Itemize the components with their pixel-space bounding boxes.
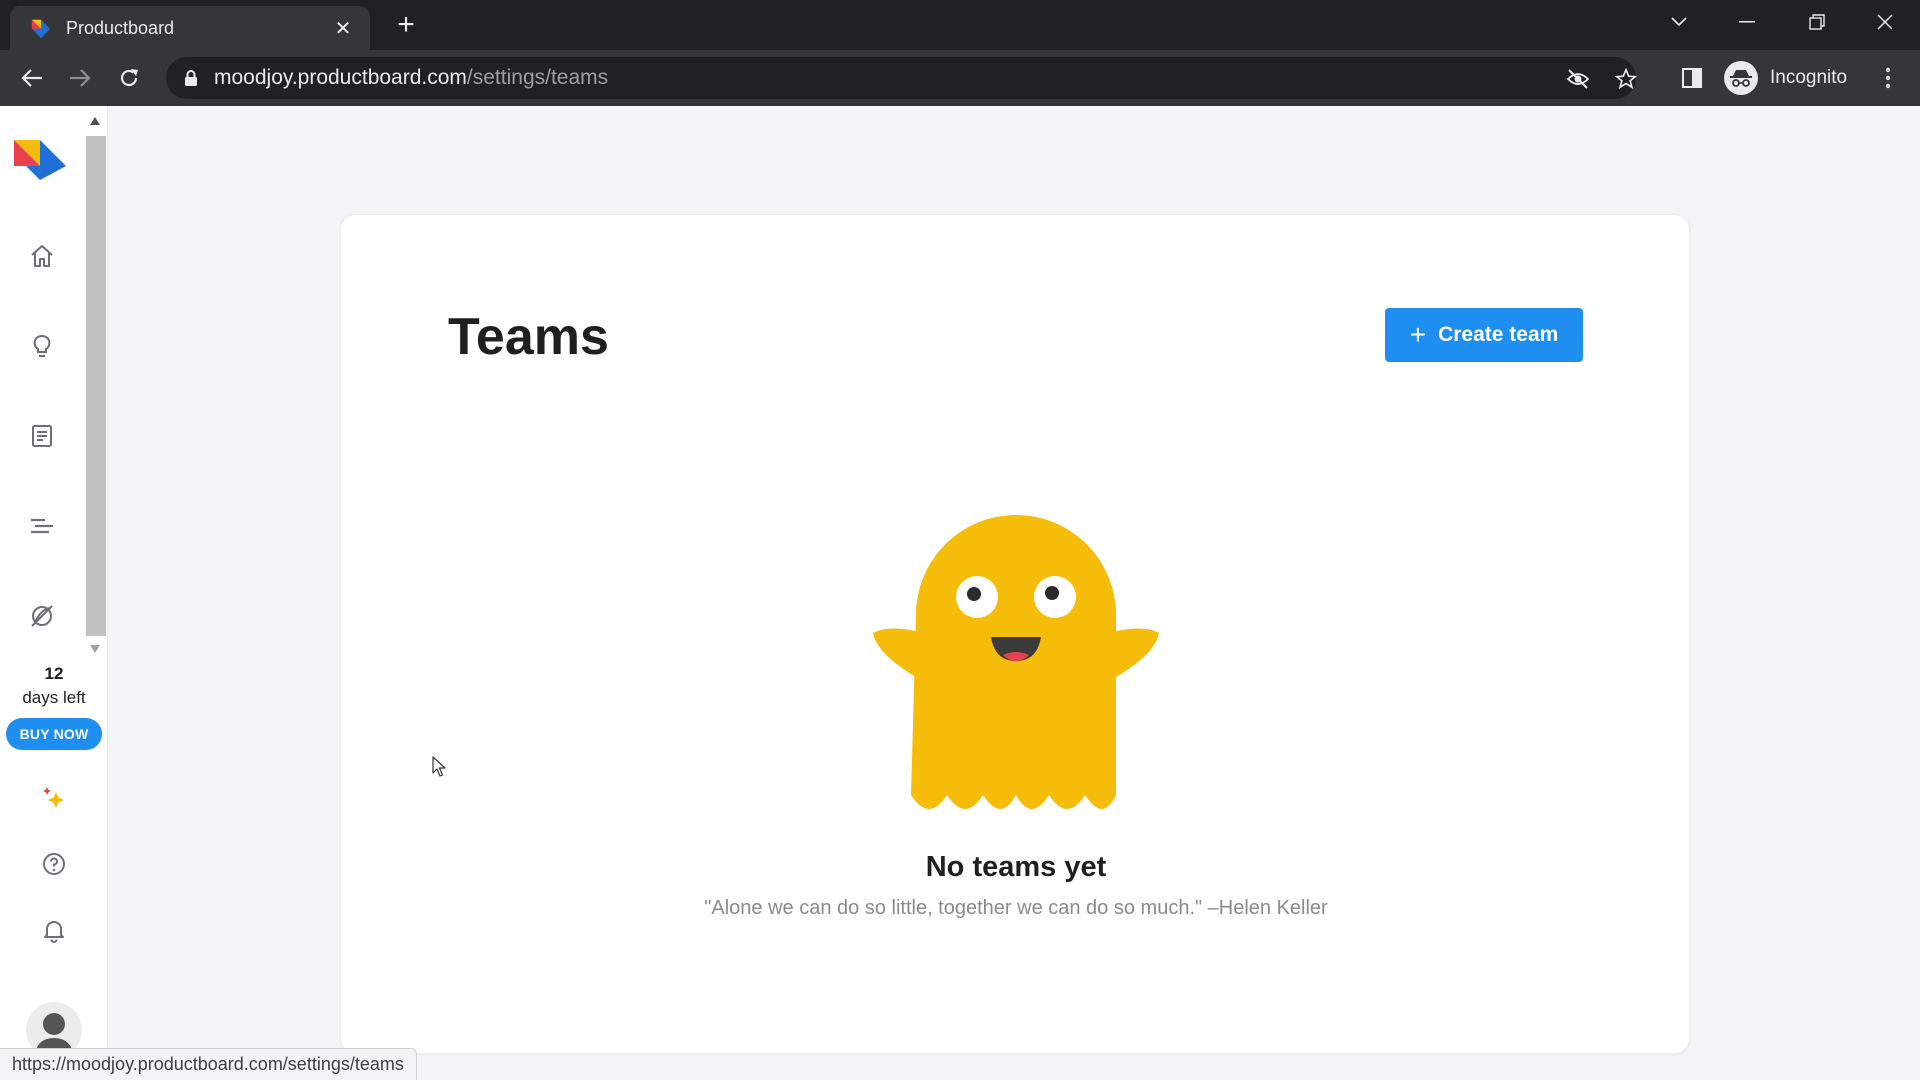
productboard-favicon-icon: [31, 19, 51, 39]
incognito-label: Incognito: [1770, 67, 1848, 88]
close-window-icon[interactable]: [1852, 0, 1918, 44]
app-sidebar: 12 days left BUY NOW: [0, 106, 108, 1080]
page-title: Teams: [448, 308, 609, 366]
bell-icon[interactable]: [38, 914, 70, 946]
mouse-cursor-icon: [432, 756, 446, 777]
new-tab-button[interactable]: +: [390, 10, 422, 42]
browser-tabstrip: Productboard ✕ +: [0, 0, 1920, 50]
browser-tab[interactable]: Productboard ✕: [10, 6, 370, 50]
lock-icon[interactable]: [182, 69, 200, 87]
roadmap-icon[interactable]: [26, 510, 58, 542]
help-icon[interactable]: [38, 848, 70, 880]
browser-menu-icon[interactable]: [1876, 62, 1900, 94]
portal-icon[interactable]: [26, 600, 58, 632]
plus-icon: +: [1409, 319, 1427, 350]
tab-close-icon[interactable]: ✕: [330, 15, 356, 41]
empty-state-title: No teams yet: [925, 851, 1107, 883]
lightbulb-icon[interactable]: [26, 330, 58, 362]
home-icon[interactable]: [26, 240, 58, 272]
incognito-profile-button[interactable]: Incognito: [1720, 58, 1860, 98]
notes-icon[interactable]: [26, 420, 58, 452]
eye-off-icon[interactable]: [1564, 65, 1592, 93]
url-host: moodjoy.productboard.com: [214, 66, 467, 89]
address-bar[interactable]: moodjoy.productboard.com /settings/teams: [166, 57, 1637, 99]
star-icon[interactable]: [1612, 65, 1640, 93]
teams-card: Teams + Create team No teams yet "Alone …: [340, 214, 1690, 1054]
trial-days-count: 12: [44, 664, 64, 683]
url-path: /settings/teams: [466, 66, 609, 89]
tab-search-icon[interactable]: [1646, 0, 1712, 44]
incognito-icon: [1724, 61, 1758, 95]
restore-icon[interactable]: [1784, 0, 1850, 44]
create-team-button[interactable]: + Create team: [1385, 308, 1583, 362]
scroll-down-arrow-icon[interactable]: [89, 644, 101, 654]
minimize-icon[interactable]: [1714, 0, 1780, 44]
reload-icon[interactable]: [113, 62, 145, 94]
buy-now-button[interactable]: BUY NOW: [6, 718, 102, 750]
sparkle-icon[interactable]: [38, 782, 70, 814]
back-icon[interactable]: [16, 62, 48, 94]
trial-days-label: days left: [22, 688, 86, 707]
link-status-bubble: https://moodjoy.productboard.com/setting…: [0, 1048, 417, 1080]
tab-title: Productboard: [66, 17, 175, 38]
ghost-illustration-icon: [873, 515, 1159, 809]
scroll-up-arrow-icon[interactable]: [89, 116, 101, 126]
browser-toolbar: moodjoy.productboard.com /settings/teams…: [0, 50, 1920, 106]
forward-icon[interactable]: [64, 62, 96, 94]
productboard-logo-icon[interactable]: [14, 136, 70, 180]
side-panel-icon[interactable]: [1676, 62, 1708, 94]
sidebar-scrollbar-thumb[interactable]: [86, 136, 106, 636]
empty-state-quote: "Alone we can do so little, together we …: [704, 897, 1328, 919]
create-team-label: Create team: [1438, 323, 1559, 346]
